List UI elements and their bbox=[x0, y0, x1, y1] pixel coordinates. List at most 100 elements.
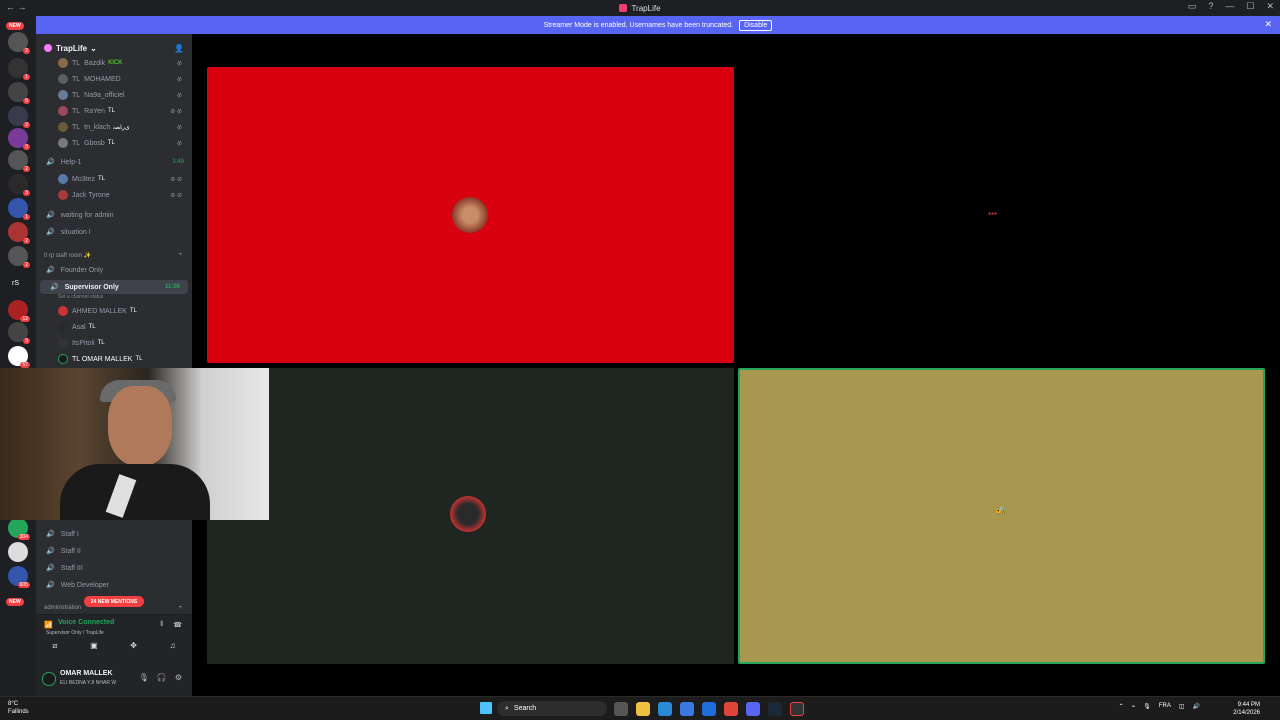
obs-icon[interactable] bbox=[790, 702, 804, 716]
voice-status[interactable]: Voice Connected bbox=[58, 619, 114, 626]
camera-icon[interactable]: ⧄ bbox=[52, 641, 57, 651]
server-icon[interactable]: 3 bbox=[8, 174, 30, 196]
voice-member[interactable]: TL tn_klach ﻯﺭﺎﺼﻧ ⊘ bbox=[36, 120, 192, 134]
soundboard-icon[interactable]: ♫ bbox=[170, 641, 176, 651]
voice-channel[interactable]: 🔊 Staff II bbox=[36, 544, 192, 558]
server-icon[interactable]: 2 bbox=[8, 150, 30, 172]
server-icon[interactable]: 1 bbox=[8, 58, 30, 80]
voice-channel[interactable]: 🔊 Web Developer bbox=[36, 578, 192, 592]
wifi-icon[interactable]: ◫ bbox=[1179, 703, 1185, 710]
server-icon[interactable]: 3 bbox=[8, 128, 30, 150]
participant-tile-speaking[interactable]: 🐝 bbox=[738, 368, 1265, 664]
server-icon[interactable]: 304 bbox=[8, 518, 30, 540]
server-icon[interactable]: 2 bbox=[8, 246, 30, 268]
close-banner-icon[interactable]: ✕ bbox=[1264, 19, 1272, 30]
voice-member[interactable]: Asal TL bbox=[36, 320, 192, 334]
inbox-icon[interactable]: ▭ bbox=[1188, 1, 1197, 12]
steam-icon[interactable] bbox=[768, 702, 782, 716]
taskbar-clock[interactable]: 9:44 PM 2/14/2026 bbox=[1233, 701, 1260, 717]
edge-icon[interactable] bbox=[658, 702, 672, 716]
voice-channel[interactable]: 🔊 Staff I bbox=[36, 527, 192, 541]
participant-tile[interactable] bbox=[207, 368, 734, 664]
server-icon[interactable]: 2 bbox=[8, 106, 30, 128]
participant-tile[interactable]: ●●● bbox=[738, 67, 1265, 363]
user-status: ELI BEDNA YJI NHAR W bbox=[60, 680, 117, 686]
banner-message: Streamer Mode is enabled. Usernames have… bbox=[543, 21, 734, 29]
screen-share-icon[interactable]: ▣ bbox=[90, 641, 98, 651]
chevron-up-icon[interactable]: ⌃ bbox=[1119, 703, 1124, 710]
server-icon[interactable]: 67 bbox=[8, 346, 30, 368]
app-logo-icon bbox=[619, 4, 628, 12]
voice-channel-help[interactable]: 🔊 Help-1 3:46 bbox=[36, 155, 192, 169]
network-icon[interactable]: ⌁ bbox=[1132, 703, 1136, 710]
voice-member[interactable]: AHMED MALLEK TL bbox=[36, 304, 192, 318]
server-icon[interactable]: 12 bbox=[8, 300, 30, 322]
chrome-icon[interactable] bbox=[724, 702, 738, 716]
invite-icon[interactable]: 👤 bbox=[174, 44, 184, 53]
server-icon[interactable]: 605 bbox=[8, 566, 30, 588]
participant-tile[interactable] bbox=[207, 67, 734, 363]
voice-member[interactable]: Jack Tyrone ⊘ ⊘ bbox=[36, 188, 192, 202]
mail-icon[interactable] bbox=[702, 702, 716, 716]
headphones-icon[interactable]: 🎧 bbox=[157, 673, 167, 682]
voice-member-self[interactable]: TL OMAR MALLEK TL bbox=[36, 352, 192, 366]
guild-header[interactable]: TrapLife ⌄ 👤 bbox=[36, 38, 192, 58]
server-folder-label[interactable]: rS bbox=[12, 280, 19, 287]
close-window-button[interactable]: ✕ bbox=[1266, 1, 1274, 12]
add-channel-icon[interactable]: + bbox=[178, 252, 182, 258]
weather-widget[interactable]: 8°C Fallinds bbox=[8, 700, 29, 716]
disconnect-icon[interactable]: ☎ bbox=[173, 621, 182, 629]
guild-name: TrapLife bbox=[56, 43, 88, 53]
server-icon[interactable]: 3 bbox=[8, 322, 30, 344]
avatar bbox=[58, 122, 68, 132]
category-admin[interactable]: administration + bbox=[36, 601, 192, 615]
taskbar-apps bbox=[614, 702, 804, 716]
start-button[interactable] bbox=[480, 702, 492, 714]
microphone-icon[interactable]: 🎙 bbox=[1143, 703, 1151, 710]
server-icon[interactable] bbox=[8, 542, 28, 562]
task-view-icon[interactable] bbox=[614, 702, 628, 716]
server-icon[interactable]: 2 bbox=[8, 222, 30, 244]
server-icon[interactable]: 6 bbox=[8, 82, 30, 104]
voice-member[interactable]: TL Na9a_officiel ⊘ bbox=[36, 88, 192, 102]
voice-channel-path[interactable]: Supervisor Only / TrapLife bbox=[46, 630, 104, 636]
file-explorer-icon[interactable] bbox=[636, 702, 650, 716]
taskbar-search[interactable]: ⌕ Search bbox=[497, 701, 607, 716]
channel-status[interactable]: Set a channel status bbox=[58, 294, 188, 300]
server-icon[interactable]: 2 bbox=[8, 32, 30, 54]
minimize-button[interactable]: — bbox=[1225, 1, 1234, 12]
store-icon[interactable] bbox=[680, 702, 694, 716]
voice-member[interactable]: ItsPitoli TL bbox=[36, 336, 192, 350]
voice-channel-supervisor[interactable]: 🔊 Supervisor Only 11:08 bbox=[40, 280, 188, 294]
avatar[interactable] bbox=[42, 672, 56, 686]
avatar bbox=[58, 322, 68, 332]
settings-gear-icon[interactable]: ⚙ bbox=[175, 673, 182, 682]
voice-member[interactable]: TL MOHAMED ⊘ bbox=[36, 72, 192, 86]
voice-member[interactable]: TL Bazdik KICK ⊘ bbox=[36, 56, 192, 70]
disable-streamer-button[interactable]: Disable bbox=[739, 19, 773, 31]
voice-member[interactable]: TL RaYen TL ⊘ ⊘ bbox=[36, 104, 192, 118]
server-icon[interactable]: 1 bbox=[8, 198, 30, 220]
voice-channel[interactable]: 🔊 Staff III bbox=[36, 561, 192, 575]
add-channel-icon[interactable]: + bbox=[178, 605, 182, 611]
activities-icon[interactable]: ✥ bbox=[130, 641, 137, 651]
avatar: ●●● bbox=[988, 211, 998, 217]
voice-member[interactable]: TL Gbosb TL ⊘ bbox=[36, 136, 192, 150]
voice-channel-founder[interactable]: 🔊 Founder Only bbox=[36, 263, 192, 277]
maximize-button[interactable]: ☐ bbox=[1246, 1, 1254, 12]
avatar bbox=[58, 354, 68, 364]
deafened-icon: ⊘ ⊘ bbox=[170, 176, 182, 183]
signal-icon[interactable]: 📶 bbox=[44, 621, 53, 629]
noise-suppression-icon[interactable]: ⫴ bbox=[160, 621, 163, 629]
volume-icon[interactable]: 🔊 bbox=[1193, 703, 1200, 710]
voice-channel[interactable]: 🔊 waiting for admin bbox=[36, 208, 192, 222]
voice-channel[interactable]: 🔊 situation I bbox=[36, 225, 192, 239]
user-name[interactable]: OMAR MALLEK bbox=[60, 670, 113, 677]
back-arrow-icon[interactable]: ← → bbox=[6, 2, 27, 12]
microphone-icon[interactable]: 🎙 bbox=[139, 673, 149, 682]
language-indicator[interactable]: FRA bbox=[1159, 703, 1171, 710]
voice-member[interactable]: Mo3tez TL ⊘ ⊘ bbox=[36, 172, 192, 186]
help-icon[interactable]: ? bbox=[1208, 1, 1213, 12]
category-staff[interactable]: tl rp staff room ✨ + bbox=[36, 248, 192, 262]
discord-icon[interactable] bbox=[746, 702, 760, 716]
